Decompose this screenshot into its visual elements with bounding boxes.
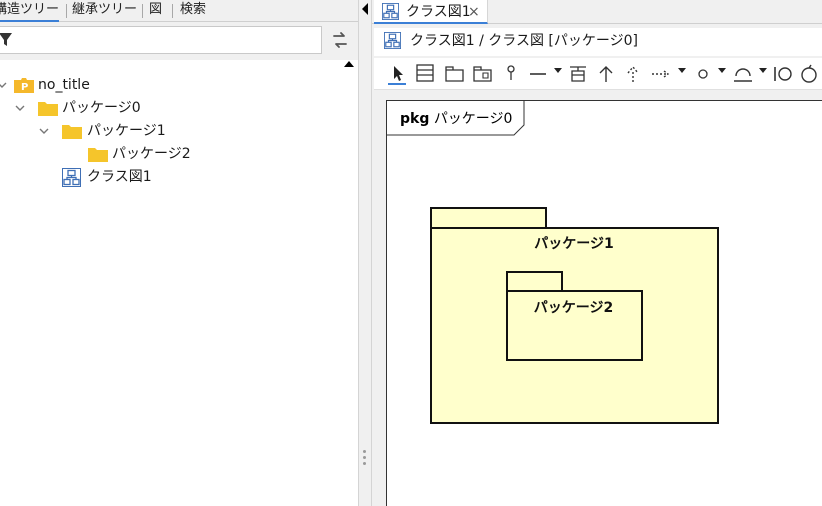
tab-separator — [66, 4, 67, 18]
tree-item-package0[interactable]: パッケージ0 — [0, 97, 340, 119]
select-tool-button[interactable] — [386, 62, 408, 86]
collapse-left-icon[interactable] — [360, 2, 370, 16]
tree-label: パッケージ0 — [62, 100, 141, 116]
package-tool-button[interactable] — [443, 62, 465, 86]
realization-tool-button[interactable] — [622, 62, 644, 86]
tab-separator — [172, 4, 173, 18]
required-interface-tool-button[interactable] — [731, 62, 753, 86]
frame-keyword: pkg — [400, 111, 430, 127]
chevron-down-icon[interactable] — [14, 102, 26, 114]
generalization-tool-button[interactable] — [595, 62, 617, 86]
tree-item-package1[interactable]: パッケージ1 — [0, 120, 340, 142]
class-diagram-icon — [62, 168, 81, 187]
frame-label: pkg パッケージ0 — [400, 110, 512, 128]
chevron-down-icon[interactable] — [554, 66, 562, 74]
editor-tab-label: クラス図1 — [406, 4, 471, 20]
tree-label: クラス図1 — [87, 169, 152, 185]
circle-tool-button[interactable] — [798, 62, 820, 86]
package1-label: パッケージ1 — [534, 236, 614, 252]
tree-item-root[interactable]: P no_title — [0, 74, 340, 96]
close-icon[interactable]: × — [468, 3, 480, 21]
collapse-up-icon[interactable] — [343, 59, 355, 69]
chevron-down-icon[interactable] — [678, 66, 686, 74]
lollipop-tool-button[interactable] — [772, 62, 794, 86]
breadcrumb-text: クラス図1 / クラス図 [パッケージ0] — [410, 33, 638, 49]
chevron-down-icon[interactable] — [38, 125, 50, 137]
filter-input[interactable] — [0, 26, 322, 54]
frame-name: パッケージ0 — [433, 111, 513, 127]
class-diagram-icon — [384, 32, 401, 49]
tab-search[interactable]: 検索 — [180, 0, 206, 22]
tree-label: パッケージ1 — [87, 123, 166, 139]
dependency-tool-button[interactable] — [650, 62, 672, 86]
chevron-down-icon[interactable] — [759, 66, 767, 74]
tree-label: パッケージ2 — [112, 146, 191, 162]
class-diagram-icon — [382, 3, 399, 20]
association-class-tool-button[interactable] — [567, 62, 589, 86]
filter-icon — [0, 33, 12, 46]
splitter-grip — [363, 456, 366, 459]
interface-tool-button[interactable] — [692, 62, 714, 86]
folder-icon — [38, 102, 58, 116]
chevron-down-icon[interactable] — [0, 79, 8, 91]
svg-text:P: P — [21, 82, 28, 93]
chevron-down-icon[interactable] — [718, 66, 726, 74]
left-tab-bar: 構造ツリー 継承ツリー 図 検索 — [0, 0, 358, 22]
sync-icon[interactable] — [330, 30, 350, 50]
class-tool-button[interactable] — [414, 62, 436, 86]
tab-inheritance-tree[interactable]: 継承ツリー — [72, 0, 137, 22]
splitter-grip — [363, 450, 366, 453]
association-tool-button[interactable] — [527, 62, 549, 86]
tree-item-class-diagram[interactable]: クラス図1 — [0, 166, 340, 188]
package2-label: パッケージ2 — [533, 300, 614, 316]
folder-icon — [88, 148, 108, 162]
filter-row — [0, 22, 358, 60]
tree-item-package2[interactable]: パッケージ2 — [0, 143, 340, 165]
splitter[interactable] — [358, 0, 372, 506]
tab-diagram[interactable]: 図 — [149, 0, 162, 22]
project-p-icon: P — [14, 78, 34, 93]
subsystem-tool-button[interactable] — [471, 62, 493, 86]
tab-structure-tree[interactable]: 構造ツリー — [0, 0, 60, 22]
folder-icon — [62, 125, 82, 139]
splitter-grip — [363, 462, 366, 465]
tab-separator — [142, 4, 143, 18]
pin-tool-button[interactable] — [500, 62, 522, 86]
tree-label: no_title — [38, 77, 90, 93]
